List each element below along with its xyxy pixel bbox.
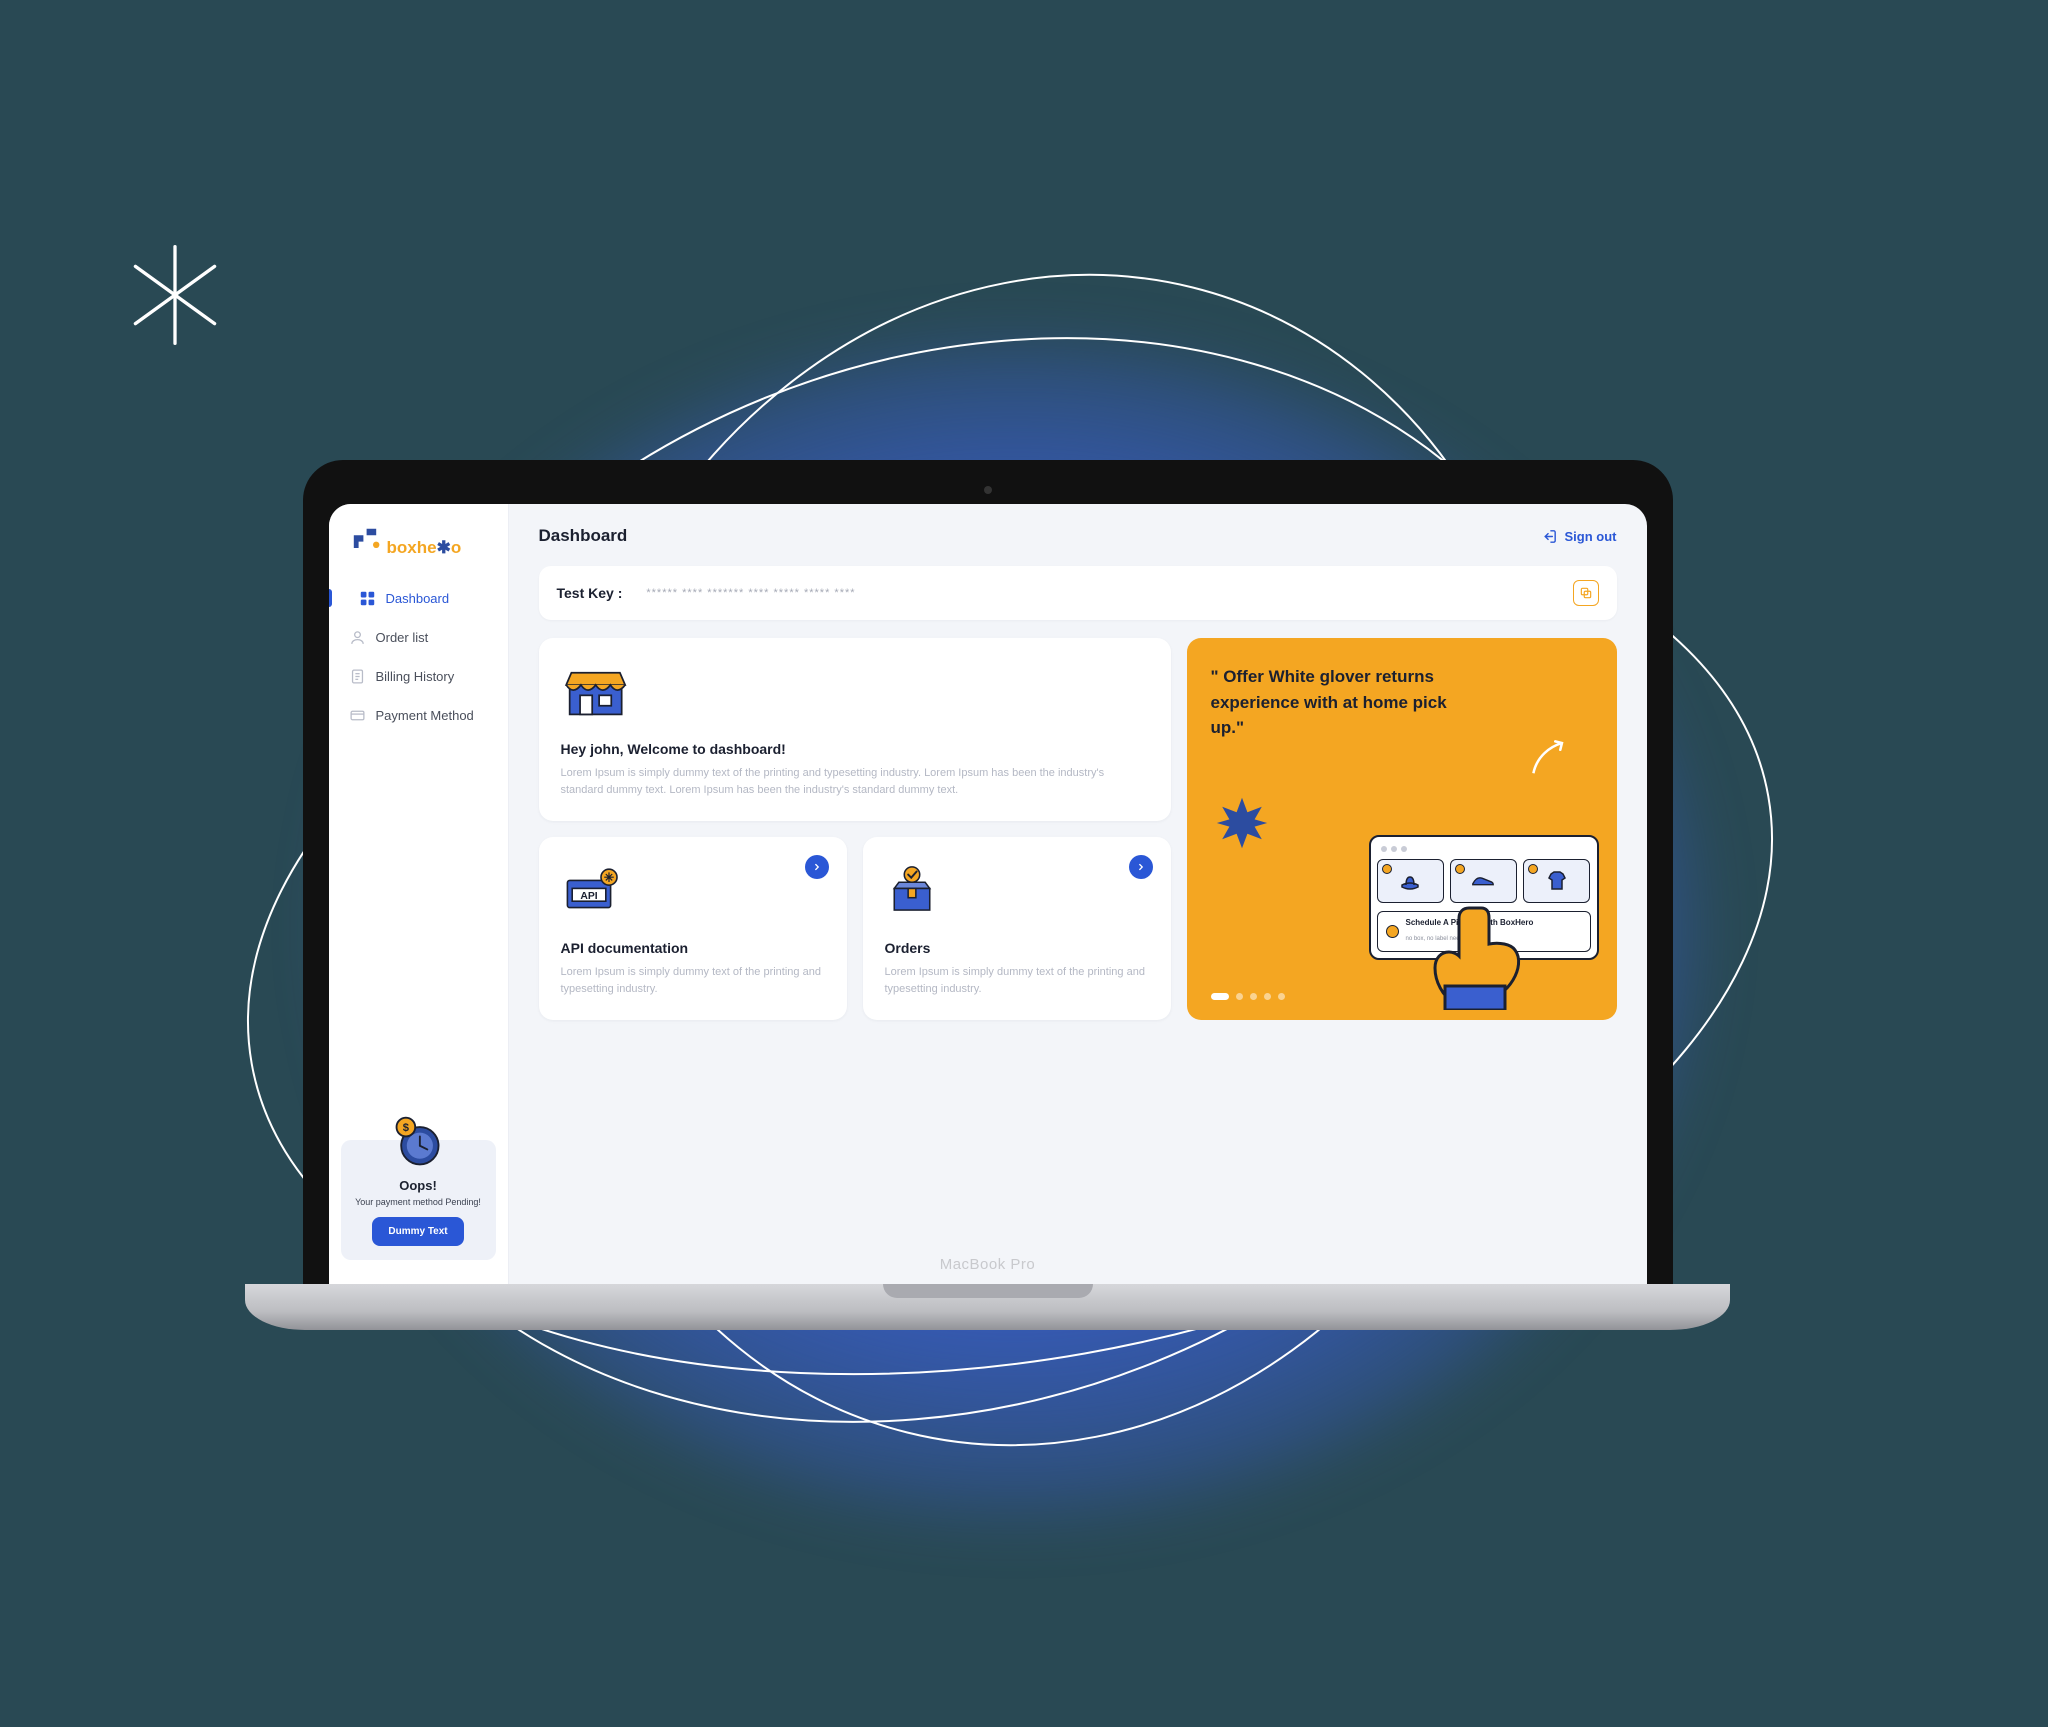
- curved-arrow-icon: [1525, 738, 1567, 780]
- carousel-dot[interactable]: [1264, 993, 1271, 1000]
- alert-action-button[interactable]: Dummy Text: [372, 1217, 463, 1246]
- shirt-icon: [1545, 869, 1569, 893]
- card-title: API documentation: [561, 940, 825, 956]
- laptop-brand-label: MacBook Pro: [245, 1256, 1730, 1273]
- sidebar-item-label: Payment Method: [376, 708, 474, 723]
- radio-selected-icon: [1386, 925, 1399, 938]
- alert-title: Oops!: [351, 1178, 486, 1193]
- grid-icon: [359, 590, 376, 607]
- logo[interactable]: boxhe✱o: [329, 524, 508, 578]
- sidebar: boxhe✱o Dashboard Order list: [329, 504, 509, 1284]
- pointing-hand-icon: [1427, 900, 1547, 1010]
- carousel-dot[interactable]: [1211, 993, 1229, 1000]
- package-icon: [885, 859, 939, 921]
- copy-key-button[interactable]: [1573, 580, 1599, 606]
- signout-icon: [1541, 528, 1558, 545]
- alert-subtitle: Your payment method Pending!: [351, 1197, 486, 1207]
- laptop-base: MacBook Pro: [245, 1284, 1730, 1330]
- copy-icon: [1579, 586, 1593, 600]
- carousel-dots[interactable]: [1211, 993, 1285, 1000]
- api-icon: API: [561, 859, 625, 921]
- welcome-body: Lorem Ipsum is simply dummy text of the …: [561, 765, 1149, 799]
- card-icon: [349, 707, 366, 724]
- sidebar-item-label: Order list: [376, 630, 429, 645]
- test-key-label: Test Key :: [557, 585, 623, 601]
- receipt-icon: [349, 668, 366, 685]
- card-body: Lorem Ipsum is simply dummy text of the …: [561, 964, 825, 998]
- orders-card[interactable]: Orders Lorem Ipsum is simply dummy text …: [863, 837, 1171, 1020]
- payment-alert-card: $ Oops! Your payment method Pending! Dum…: [341, 1140, 496, 1260]
- laptop-mockup: boxhe✱o Dashboard Order list: [245, 460, 1730, 1330]
- storefront-icon: [561, 660, 639, 722]
- product-hat: [1377, 859, 1444, 903]
- topbar: Dashboard Sign out: [539, 526, 1617, 546]
- signout-link[interactable]: Sign out: [1541, 528, 1617, 545]
- sidebar-item-dashboard[interactable]: Dashboard: [329, 578, 508, 618]
- user-icon: [349, 629, 366, 646]
- sidebar-item-label: Dashboard: [386, 591, 450, 606]
- shoe-icon: [1470, 869, 1496, 893]
- sidebar-item-orderlist[interactable]: Order list: [329, 618, 508, 657]
- promo-quote: " Offer White glover returns experience …: [1211, 664, 1481, 741]
- card-body: Lorem Ipsum is simply dummy text of the …: [885, 964, 1149, 998]
- sidebar-item-billing[interactable]: Billing History: [329, 657, 508, 696]
- carousel-dot[interactable]: [1250, 993, 1257, 1000]
- sidebar-item-payment[interactable]: Payment Method: [329, 696, 508, 735]
- starburst-icon: [1215, 796, 1269, 850]
- carousel-dot[interactable]: [1278, 993, 1285, 1000]
- sidebar-nav: Dashboard Order list Billing History: [329, 578, 508, 735]
- hat-icon: [1398, 869, 1422, 893]
- logo-text: boxhe✱o: [387, 539, 462, 556]
- svg-text:API: API: [580, 891, 597, 902]
- card-title: Orders: [885, 940, 1149, 956]
- svg-text:$: $: [403, 1122, 410, 1134]
- browser-traffic-lights: [1377, 843, 1591, 859]
- signout-label: Sign out: [1565, 529, 1617, 544]
- product-shoe: [1450, 859, 1517, 903]
- welcome-card: Hey john, Welcome to dashboard! Lorem Ip…: [539, 638, 1171, 821]
- chevron-right-icon: [812, 862, 822, 872]
- api-card-open-button[interactable]: [805, 855, 829, 879]
- logo-icon: [349, 524, 381, 556]
- page-title: Dashboard: [539, 526, 628, 546]
- app-screen: boxhe✱o Dashboard Order list: [329, 504, 1647, 1284]
- camera-dot: [984, 486, 992, 494]
- test-key-row: Test Key : ****** **** ******* **** ****…: [539, 566, 1617, 620]
- promo-banner[interactable]: " Offer White glover returns experience …: [1187, 638, 1617, 1020]
- star-decoration: [120, 240, 230, 350]
- content-grid: Hey john, Welcome to dashboard! Lorem Ip…: [539, 638, 1617, 1020]
- welcome-title: Hey john, Welcome to dashboard!: [561, 741, 1149, 757]
- orders-card-open-button[interactable]: [1129, 855, 1153, 879]
- chevron-right-icon: [1136, 862, 1146, 872]
- sidebar-item-label: Billing History: [376, 669, 455, 684]
- api-doc-card[interactable]: API API documentation Lorem Ipsum is sim…: [539, 837, 847, 1020]
- carousel-dot[interactable]: [1236, 993, 1243, 1000]
- test-key-value: ****** **** ******* **** ***** ***** ***…: [646, 587, 1548, 599]
- main-content: Dashboard Sign out Test Key : ****** ***…: [509, 504, 1647, 1284]
- product-shirt: [1523, 859, 1590, 903]
- clock-alert-icon: $: [390, 1114, 446, 1170]
